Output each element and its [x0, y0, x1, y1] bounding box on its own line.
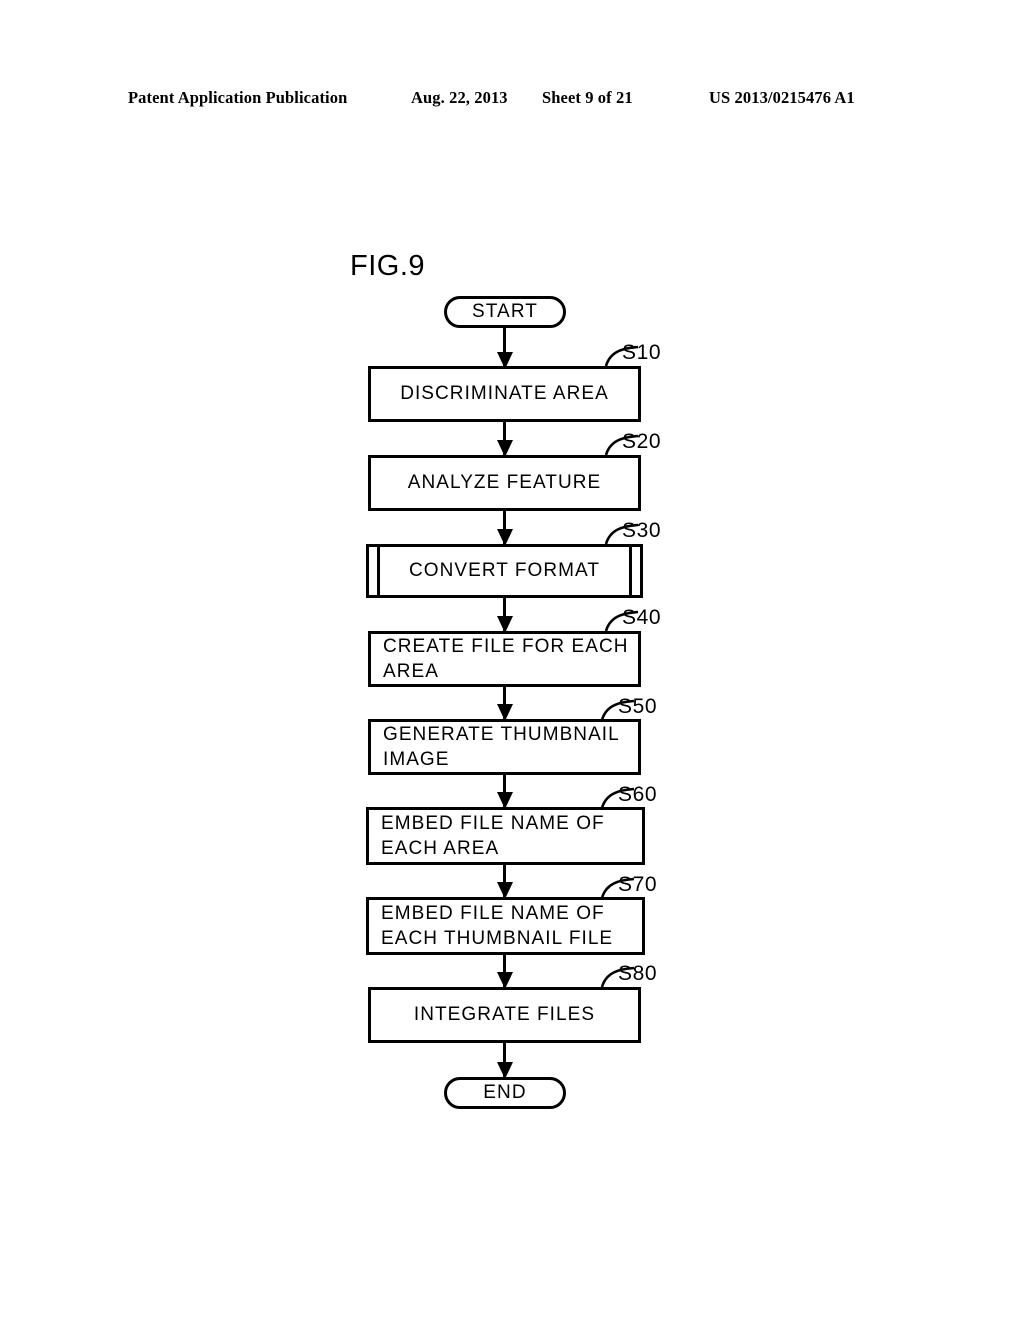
- flow-node-s80-label: INTEGRATE FILES: [413, 1004, 596, 1026]
- flow-node-s10: DISCRIMINATE AREA: [368, 366, 641, 422]
- connector-s10-to-s20: [496, 422, 513, 457]
- flowchart-figure: FIG.9 START DISCRIMINATE AREA S10 ANALYZ…: [0, 0, 1024, 1320]
- flow-node-s60-label: EMBED FILE NAME OF EACH AREA: [381, 812, 605, 859]
- connector-s60-to-s70: [496, 865, 513, 899]
- flow-node-s30: CONVERT FORMAT: [366, 544, 643, 598]
- connector-s70-to-s80: [496, 955, 513, 989]
- flow-node-s50-label: GENERATE THUMBNAIL IMAGE: [383, 723, 620, 770]
- flow-node-end-label: END: [483, 1082, 527, 1103]
- flow-node-s20-label: ANALYZE FEATURE: [407, 472, 602, 494]
- flow-node-s30-label: CONVERT FORMAT: [409, 560, 600, 582]
- connector-s80-to-end: [496, 1043, 513, 1079]
- flow-node-end: END: [444, 1077, 566, 1109]
- connector-start-to-s10: [496, 328, 513, 369]
- flow-node-s50: GENERATE THUMBNAIL IMAGE: [368, 719, 641, 775]
- step-ref-s70: S70: [618, 873, 658, 896]
- flow-node-start-label: START: [471, 301, 539, 322]
- flow-node-s70-label: EMBED FILE NAME OF EACH THUMBNAIL FILE: [381, 902, 614, 949]
- flow-node-s40-label: CREATE FILE FOR EACH AREA: [383, 635, 629, 682]
- connector-s50-to-s60: [496, 775, 513, 809]
- figure-title: FIG.9: [350, 250, 426, 282]
- step-ref-s60: S60: [618, 783, 658, 806]
- connector-s30-to-s40: [496, 598, 513, 633]
- step-ref-s80: S80: [618, 962, 658, 985]
- flow-node-s80: INTEGRATE FILES: [368, 987, 641, 1043]
- step-ref-s30: S30: [622, 519, 662, 542]
- step-ref-s10: S10: [622, 341, 662, 364]
- step-ref-s20: S20: [622, 430, 662, 453]
- flow-node-s10-label: DISCRIMINATE AREA: [400, 383, 609, 405]
- step-ref-s40: S40: [622, 606, 662, 629]
- flow-node-s60: EMBED FILE NAME OF EACH AREA: [366, 807, 645, 865]
- step-ref-s50: S50: [618, 695, 658, 718]
- connector-s20-to-s30: [496, 511, 513, 546]
- flow-node-s70: EMBED FILE NAME OF EACH THUMBNAIL FILE: [366, 897, 645, 955]
- connector-s40-to-s50: [496, 687, 513, 721]
- flow-node-s40: CREATE FILE FOR EACH AREA: [368, 631, 641, 687]
- flow-node-start: START: [444, 296, 566, 328]
- flow-node-s20: ANALYZE FEATURE: [368, 455, 641, 511]
